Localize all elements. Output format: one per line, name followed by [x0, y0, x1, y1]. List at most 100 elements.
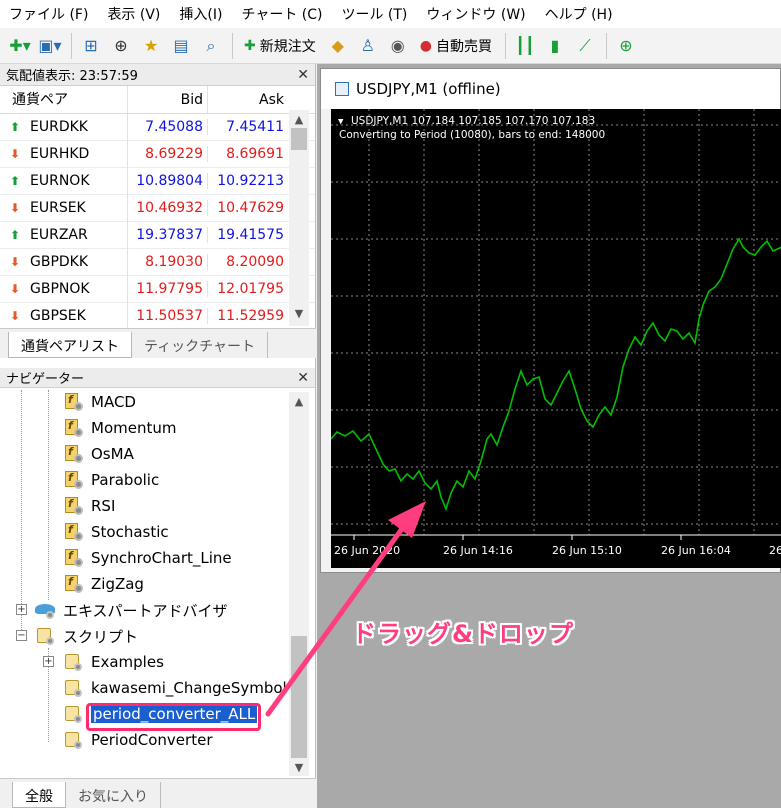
column-header-symbol[interactable]: 通貨ペア: [0, 86, 128, 113]
ask-cell: 11.52959: [217, 308, 284, 324]
menu-file[interactable]: ファイル (F): [0, 4, 98, 24]
menu-chart[interactable]: チャート (C): [232, 4, 332, 24]
indicator-icon: f: [62, 522, 84, 542]
navigator-indicator-item[interactable]: f Parabolic: [62, 468, 159, 492]
column-header-ask[interactable]: Ask: [208, 86, 288, 113]
expand-toggle[interactable]: +: [43, 656, 54, 667]
scroll-down-icon[interactable]: ▼: [289, 304, 309, 322]
bid-cell: 8.69229: [128, 146, 208, 162]
zoom-in-icon[interactable]: ⊕: [612, 32, 640, 60]
navigator-script-item[interactable]: PeriodConverter: [62, 728, 212, 752]
scroll-track[interactable]: [289, 410, 309, 636]
navigator-indicator-item[interactable]: f Momentum: [62, 416, 176, 440]
metaeditor-icon[interactable]: ◆: [324, 32, 352, 60]
collapse-toggle[interactable]: −: [16, 630, 27, 641]
tab-symbols[interactable]: 通貨ペアリスト: [8, 332, 132, 358]
toolbar-divider: [71, 32, 72, 59]
drag-and-drop-caption: ドラッグ&ドロップ: [352, 620, 574, 648]
indicator-icon: f: [62, 392, 84, 412]
table-row[interactable]: ⬇ EURSEK 10.46932 10.47629: [0, 194, 315, 222]
table-row[interactable]: ⬆ EURNOK 10.89804 10.92213: [0, 167, 315, 195]
navigator-indicator-item[interactable]: f Stochastic: [62, 520, 169, 544]
profiles-icon[interactable]: ▣▾: [36, 32, 64, 60]
scroll-up-icon[interactable]: ▲: [289, 110, 309, 128]
chart-converting-line: Converting to Period (10080), bars to en…: [339, 129, 605, 141]
navigator-indicator-item[interactable]: f OsMA: [62, 442, 134, 466]
bid-cell: 10.46932: [128, 200, 208, 216]
market-watch-scrollbar[interactable]: ▲ ▼: [289, 110, 309, 326]
menu-insert[interactable]: 挿入(I): [170, 4, 232, 24]
scroll-thumb[interactable]: [291, 636, 307, 758]
candle-chart-icon[interactable]: ▮: [541, 32, 569, 60]
symbol-name: EURNOK: [30, 173, 90, 189]
table-row[interactable]: ⬇ GBPDKK 8.19030 8.20090: [0, 248, 315, 276]
market-watch-icon[interactable]: ⊞: [77, 32, 105, 60]
navigator-title: ナビゲーター: [6, 372, 85, 387]
ask-cell: 7.45411: [226, 119, 284, 135]
market-watch-panel: 気配値表示: 23:57:59 ✕ 通貨ペア Bid Ask ⬆ EURDKK 7.…: [0, 64, 316, 368]
navigator-scrollbar[interactable]: ▲ ▼: [289, 392, 309, 776]
price-series-line: [330, 237, 781, 512]
table-row[interactable]: ⬇ GBPNOK 11.97795 12.01795: [0, 275, 315, 303]
tab-favorites[interactable]: お気に入り: [66, 782, 161, 808]
tab-common[interactable]: 全般: [12, 782, 66, 808]
new-order-button[interactable]: ✚ 新規注文: [238, 32, 322, 60]
navigator-indicator-item[interactable]: f RSI: [62, 494, 115, 518]
terminal-icon[interactable]: ▤: [167, 32, 195, 60]
tab-tick-chart[interactable]: ティックチャート: [132, 332, 269, 358]
ask-cell: 8.20090: [226, 254, 284, 270]
close-icon[interactable]: ✕: [297, 370, 309, 386]
navigator-indicator-item[interactable]: f MACD: [62, 390, 136, 414]
table-row[interactable]: ⬇ GBPSEK 11.50537 11.52959: [0, 302, 315, 330]
expand-toggle[interactable]: +: [16, 604, 27, 615]
bar-chart-icon[interactable]: ┃┃: [511, 32, 539, 60]
tester-icon[interactable]: ⌕: [197, 32, 225, 60]
auto-trade-icon: ●: [419, 37, 432, 54]
indicator-icon: f: [62, 496, 84, 516]
market-icon[interactable]: ◉: [384, 32, 412, 60]
script-icon: [34, 626, 56, 646]
navigator-indicator-item[interactable]: f SynchroChart_Line: [62, 546, 232, 570]
price-chart[interactable]: ▼ USDJPY,M1 107.184 107.185 107.170 107.…: [330, 109, 781, 568]
menu-help[interactable]: ヘルプ (H): [536, 4, 623, 24]
crosshair-icon[interactable]: ⊕: [107, 32, 135, 60]
line-chart-icon[interactable]: ⟋: [571, 32, 599, 60]
script-icon: [62, 704, 84, 724]
scroll-track[interactable]: [289, 150, 309, 304]
table-row[interactable]: ⬆ EURDKK 7.45088 7.45411: [0, 113, 315, 141]
down-arrow-icon: ⬇: [10, 309, 21, 323]
bid-cell: 7.45088: [128, 119, 208, 135]
navigator-script-item[interactable]: kawasemi_ChangeSymbol: [62, 676, 287, 700]
up-arrow-icon: ⬆: [10, 228, 21, 242]
chart-window-icon: [335, 82, 349, 96]
toolbar: ✚▾ ▣▾ ⊞ ⊕ ★ ▤ ⌕ ✚ 新規注文 ◆ ♙ ◉ ● 自動売買 ┃┃ ▮…: [0, 28, 781, 64]
symbol-cell: ⬇ GBPNOK: [0, 275, 128, 303]
new-chart-icon[interactable]: ✚▾: [6, 32, 34, 60]
table-row[interactable]: ⬇ EURHKD 8.69229 8.69691: [0, 140, 315, 168]
column-header-bid[interactable]: Bid: [128, 86, 208, 113]
close-icon[interactable]: ✕: [297, 67, 309, 83]
symbol-name: EURSEK: [30, 200, 86, 216]
scroll-thumb[interactable]: [291, 128, 307, 150]
ask-cell: 19.41575: [217, 227, 284, 243]
favorites-icon[interactable]: ★: [137, 32, 165, 60]
bid-cell: 10.89804: [128, 173, 208, 189]
indicator-label: Parabolic: [91, 471, 160, 489]
market-watch-title-bar: 気配値表示: 23:57:59 ✕: [0, 64, 315, 86]
ask-cell: 10.47629: [217, 200, 284, 216]
signals-icon[interactable]: ♙: [354, 32, 382, 60]
menu-tools[interactable]: ツール (T): [332, 4, 417, 24]
navigator-scripts[interactable]: スクリプト: [34, 624, 138, 648]
menu-window[interactable]: ウィンドウ (W): [417, 4, 535, 24]
menu-view[interactable]: 表示 (V): [98, 4, 170, 24]
navigator-script-item[interactable]: Examples: [62, 650, 164, 674]
market-watch-title: 気配値表示: 23:57:59: [6, 69, 138, 84]
auto-trade-label: 自動売買: [435, 38, 492, 55]
navigator-indicator-item[interactable]: f ZigZag: [62, 572, 144, 596]
auto-trade-button[interactable]: ● 自動売買: [414, 32, 498, 60]
table-row[interactable]: ⬆ EURZAR 19.37837 19.41575: [0, 221, 315, 249]
scroll-down-icon[interactable]: ▼: [289, 758, 309, 776]
time-label: 26: [769, 544, 781, 557]
navigator-expert-advisors[interactable]: エキスパートアドバイザ: [34, 598, 228, 622]
scroll-up-icon[interactable]: ▲: [289, 392, 309, 410]
